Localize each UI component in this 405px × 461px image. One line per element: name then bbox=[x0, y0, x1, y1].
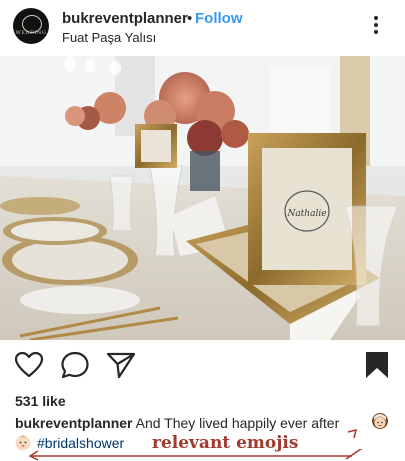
caption-username[interactable]: bukreventplanner bbox=[15, 415, 132, 431]
annotation-arrow-line bbox=[28, 449, 363, 461]
more-vertical-icon[interactable] bbox=[372, 16, 380, 38]
paper-plane-icon[interactable] bbox=[106, 351, 136, 379]
post-username[interactable]: bukreventplanner bbox=[62, 10, 188, 27]
action-bar bbox=[0, 344, 405, 384]
caption-text: And They lived happily ever after bbox=[135, 415, 340, 431]
caption-line: bukreventplanner And They lived happily … bbox=[15, 415, 339, 431]
separator-dot: • bbox=[187, 10, 193, 27]
post-location[interactable]: Fuat Paşa Yalısı bbox=[62, 30, 156, 45]
post-header: WEDDING bukreventplanner • Follow Fuat P… bbox=[0, 0, 405, 56]
likes-count[interactable]: 531 like bbox=[15, 393, 66, 409]
bookmark-icon[interactable] bbox=[364, 351, 390, 379]
post-photo[interactable]: Nathalie bbox=[0, 56, 405, 340]
bride-emoji-icon bbox=[372, 413, 388, 429]
comment-icon[interactable] bbox=[60, 351, 90, 379]
frame-name-text: Nathalie bbox=[286, 209, 326, 219]
avatar[interactable]: WEDDING bbox=[13, 8, 49, 44]
follow-button[interactable]: Follow bbox=[195, 10, 243, 27]
avatar-brand-text: WEDDING bbox=[15, 30, 47, 36]
annotation-arrow-head bbox=[347, 428, 358, 439]
heart-icon[interactable] bbox=[14, 351, 44, 379]
